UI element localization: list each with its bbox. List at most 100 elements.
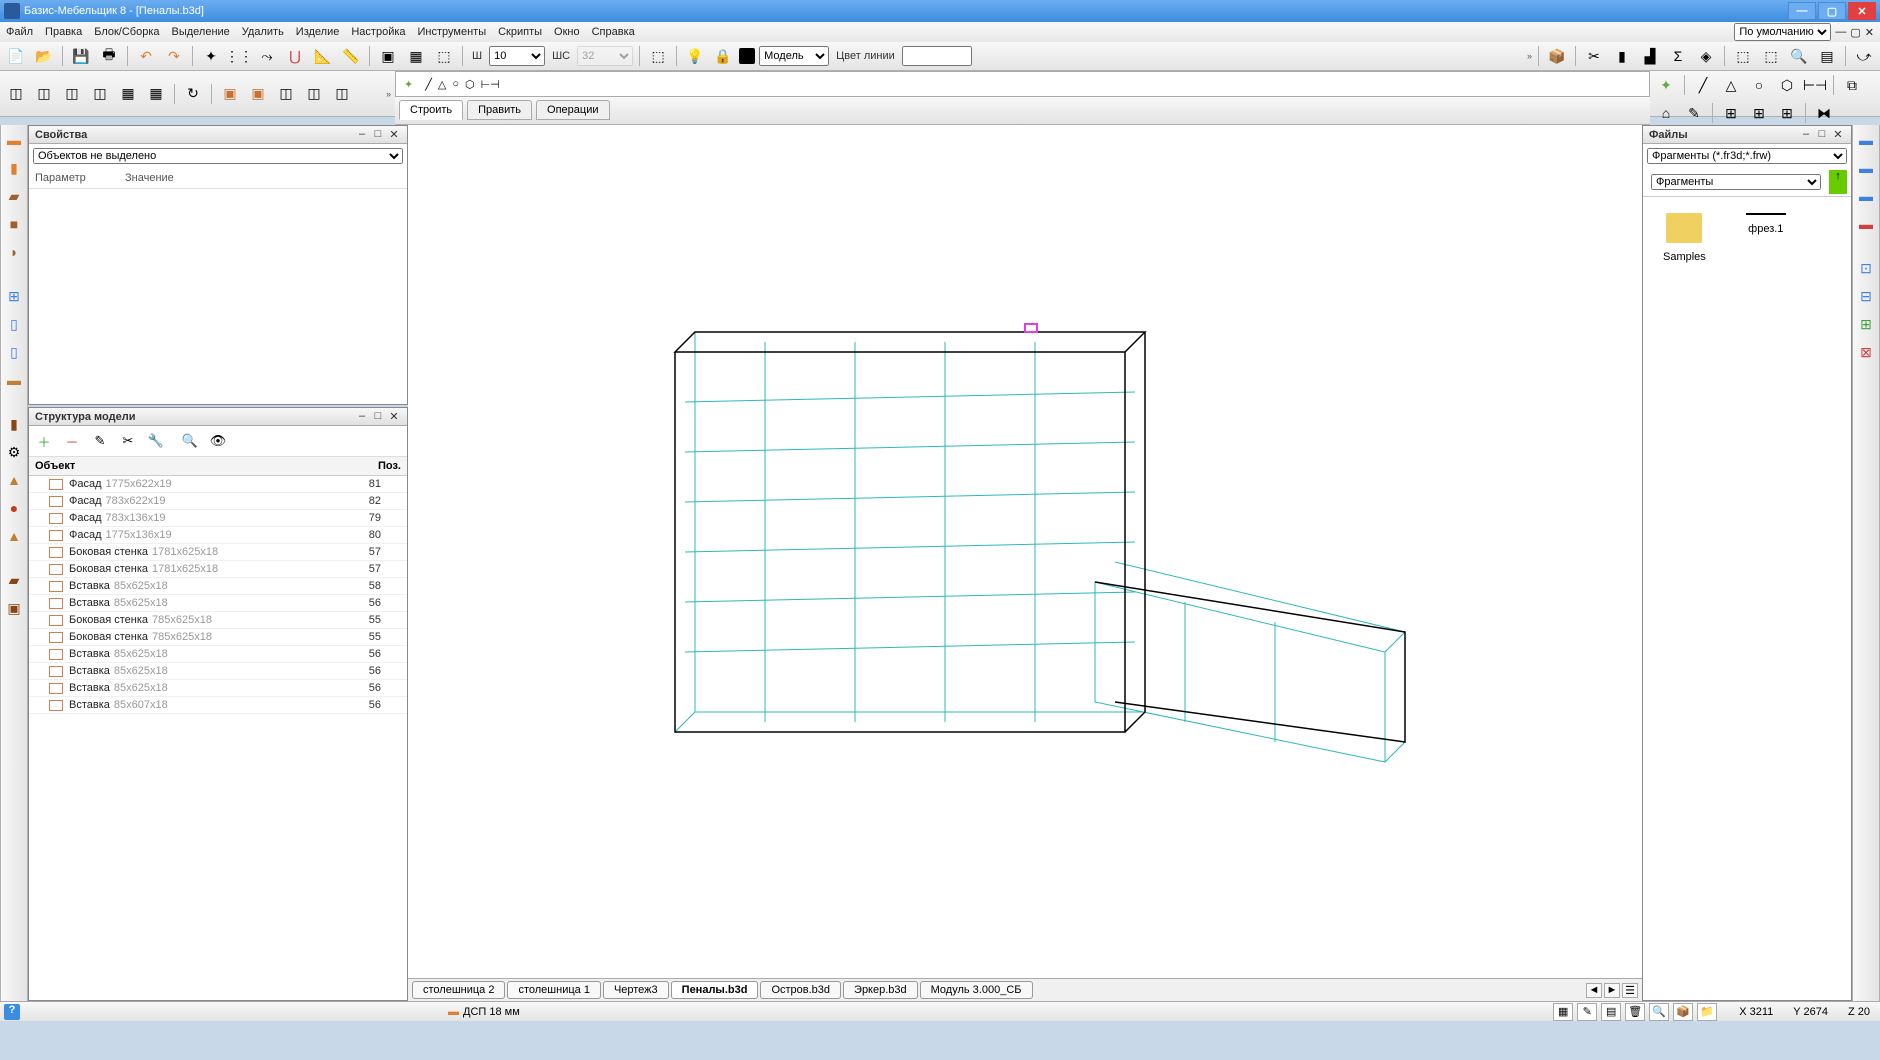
box-icon[interactable]: 📦 xyxy=(1545,44,1569,68)
ruler1-icon[interactable]: 📐 xyxy=(311,44,335,68)
new-icon[interactable]: 📄 xyxy=(4,44,28,68)
tool-icon[interactable]: ✂ xyxy=(117,430,139,452)
sb2-icon[interactable]: ✎ xyxy=(1577,1003,1597,1021)
sb5-icon[interactable]: 🔍 xyxy=(1649,1003,1669,1021)
pyramid-icon[interactable]: ▲ xyxy=(3,525,25,547)
view-iso5-icon[interactable]: ▦ xyxy=(116,82,140,106)
props-object-select[interactable]: Объектов не выделено xyxy=(33,148,403,164)
panel2-icon[interactable]: ▮ xyxy=(3,157,25,179)
render1-icon[interactable]: ▣ xyxy=(218,82,242,106)
door-icon[interactable]: ▮ xyxy=(1610,44,1634,68)
close-button[interactable]: ✕ xyxy=(1848,2,1876,20)
grid-tool-icon[interactable]: ⊞ xyxy=(3,285,25,307)
cone-icon[interactable]: ▲ xyxy=(3,469,25,491)
doc-tab[interactable]: столешница 2 xyxy=(412,981,505,999)
angle-icon[interactable]: △ xyxy=(438,78,446,91)
tab-next-icon[interactable]: ► xyxy=(1604,983,1620,998)
menu-file[interactable]: Файл xyxy=(6,26,33,38)
struct-row[interactable]: Вставка85x607x1856 xyxy=(29,697,407,714)
dim-icon[interactable]: ⊢⊣ xyxy=(481,78,500,91)
orbit-icon[interactable]: ↻ xyxy=(181,82,205,106)
render5-icon[interactable]: ◫ xyxy=(330,82,354,106)
view-iso2-icon[interactable]: ◫ xyxy=(32,82,56,106)
w-select[interactable]: 10 xyxy=(489,46,545,66)
doc-tab[interactable]: Пеналы.b3d xyxy=(671,981,759,999)
doc-tab[interactable]: Эркер.b3d xyxy=(843,981,918,999)
r1-icon[interactable]: ▬ xyxy=(1855,129,1877,151)
sb7-icon[interactable]: 📁 xyxy=(1697,1003,1717,1021)
linecolor-input[interactable] xyxy=(902,46,972,66)
files-max-icon[interactable]: □ xyxy=(1815,128,1829,141)
layers-icon[interactable]: ⬚ xyxy=(432,44,456,68)
line-icon[interactable]: ╱ xyxy=(425,78,432,91)
file-item[interactable]: фрез.1 xyxy=(1746,213,1786,984)
break-icon[interactable]: ⧓ xyxy=(1812,101,1836,125)
sum-icon[interactable]: Σ xyxy=(1666,44,1690,68)
struct-max-icon[interactable]: □ xyxy=(371,410,385,423)
axis2-icon[interactable]: ✦ xyxy=(404,78,413,91)
select2-icon[interactable]: ⬚ xyxy=(1759,44,1783,68)
struct-row[interactable]: Вставка85x625x1856 xyxy=(29,663,407,680)
struct-row[interactable]: Вставка85x625x1858 xyxy=(29,578,407,595)
angle2-icon[interactable]: △ xyxy=(1719,73,1743,97)
book-icon[interactable]: ▮ xyxy=(3,413,25,435)
panel5-icon[interactable]: ◗ xyxy=(3,241,25,263)
measure-icon[interactable]: ▯ xyxy=(3,341,25,363)
group3-icon[interactable]: ⊞ xyxy=(1775,101,1799,125)
ws-select[interactable]: 32 xyxy=(577,46,633,66)
tab-ops[interactable]: Операции xyxy=(536,100,609,120)
hw-icon[interactable]: ⚙ xyxy=(3,441,25,463)
menu-block[interactable]: Блок/Сборка xyxy=(94,26,159,38)
minimize-button[interactable]: — xyxy=(1788,2,1816,20)
r7-icon[interactable]: ⊞ xyxy=(1855,313,1877,335)
struct-row[interactable]: Вставка85x625x1856 xyxy=(29,646,407,663)
mdi-min-icon[interactable]: — xyxy=(1835,26,1846,38)
edit-icon[interactable]: ✎ xyxy=(1682,101,1706,125)
doc-tab[interactable]: Чертеж3 xyxy=(603,981,669,999)
cube1-icon[interactable]: ▣ xyxy=(376,44,400,68)
mirror-icon[interactable]: ⧉ xyxy=(1840,73,1864,97)
axis3-icon[interactable]: ✦ xyxy=(1654,73,1678,97)
tab-build[interactable]: Строить xyxy=(399,100,463,120)
hex2-icon[interactable]: ⬡ xyxy=(1775,73,1799,97)
magnet-icon[interactable]: ⋃ xyxy=(283,44,307,68)
r6-icon[interactable]: ⊟ xyxy=(1855,285,1877,307)
maximize-button[interactable]: ▢ xyxy=(1818,2,1846,20)
struct-row[interactable]: Боковая стенка785x625x1855 xyxy=(29,612,407,629)
print-icon[interactable]: 🖶 xyxy=(97,44,121,68)
struct-min-icon[interactable]: – xyxy=(355,410,369,423)
struct-row[interactable]: Фасад783x622x1982 xyxy=(29,493,407,510)
tab-list-icon[interactable]: ☰ xyxy=(1622,983,1638,998)
save-icon[interactable]: 💾 xyxy=(69,44,93,68)
doc-tab[interactable]: Остров.b3d xyxy=(760,981,841,999)
sb1-icon[interactable]: ▦ xyxy=(1553,1003,1573,1021)
struct-row[interactable]: Фасад783x136x1979 xyxy=(29,510,407,527)
redo-icon[interactable]: ↷ xyxy=(162,44,186,68)
render3-icon[interactable]: ◫ xyxy=(274,82,298,106)
struct-list[interactable]: Фасад1775x622x1981Фасад783x622x1982Фасад… xyxy=(29,476,407,1000)
files-min-icon[interactable]: – xyxy=(1799,128,1813,141)
menu-tools[interactable]: Инструменты xyxy=(418,26,487,38)
files-folder-select[interactable]: Фрагменты xyxy=(1651,174,1821,190)
r5-icon[interactable]: ⊡ xyxy=(1855,257,1877,279)
props-min-icon[interactable]: – xyxy=(355,128,369,141)
grid-icon[interactable]: ⋮⋮ xyxy=(227,44,251,68)
circle-icon[interactable]: ○ xyxy=(452,78,459,90)
tab-prev-icon[interactable]: ◄ xyxy=(1586,983,1602,998)
r4-icon[interactable]: ▬ xyxy=(1855,213,1877,235)
zoom-icon[interactable]: 🔍 xyxy=(1787,44,1811,68)
struct-row[interactable]: Боковая стенка785x625x1855 xyxy=(29,629,407,646)
files-close-icon[interactable]: ✕ xyxy=(1831,128,1845,141)
axis-icon[interactable]: ✦ xyxy=(199,44,223,68)
eye-icon[interactable]: 👁 xyxy=(207,430,229,452)
clip-icon[interactable]: ▤ xyxy=(1815,44,1839,68)
group2-icon[interactable]: ⊞ xyxy=(1747,101,1771,125)
hex-icon[interactable]: ⬡ xyxy=(465,78,475,91)
sb3-icon[interactable]: ▤ xyxy=(1601,1003,1621,1021)
lock-icon[interactable]: 🔒 xyxy=(711,44,735,68)
mdi-max-icon[interactable]: ▢ xyxy=(1850,26,1860,39)
struct-row[interactable]: Вставка85x625x1856 xyxy=(29,680,407,697)
mdi-close-icon[interactable]: ✕ xyxy=(1865,26,1874,39)
wallet-icon[interactable]: ▰ xyxy=(3,569,25,591)
render2-icon[interactable]: ▣ xyxy=(246,82,270,106)
